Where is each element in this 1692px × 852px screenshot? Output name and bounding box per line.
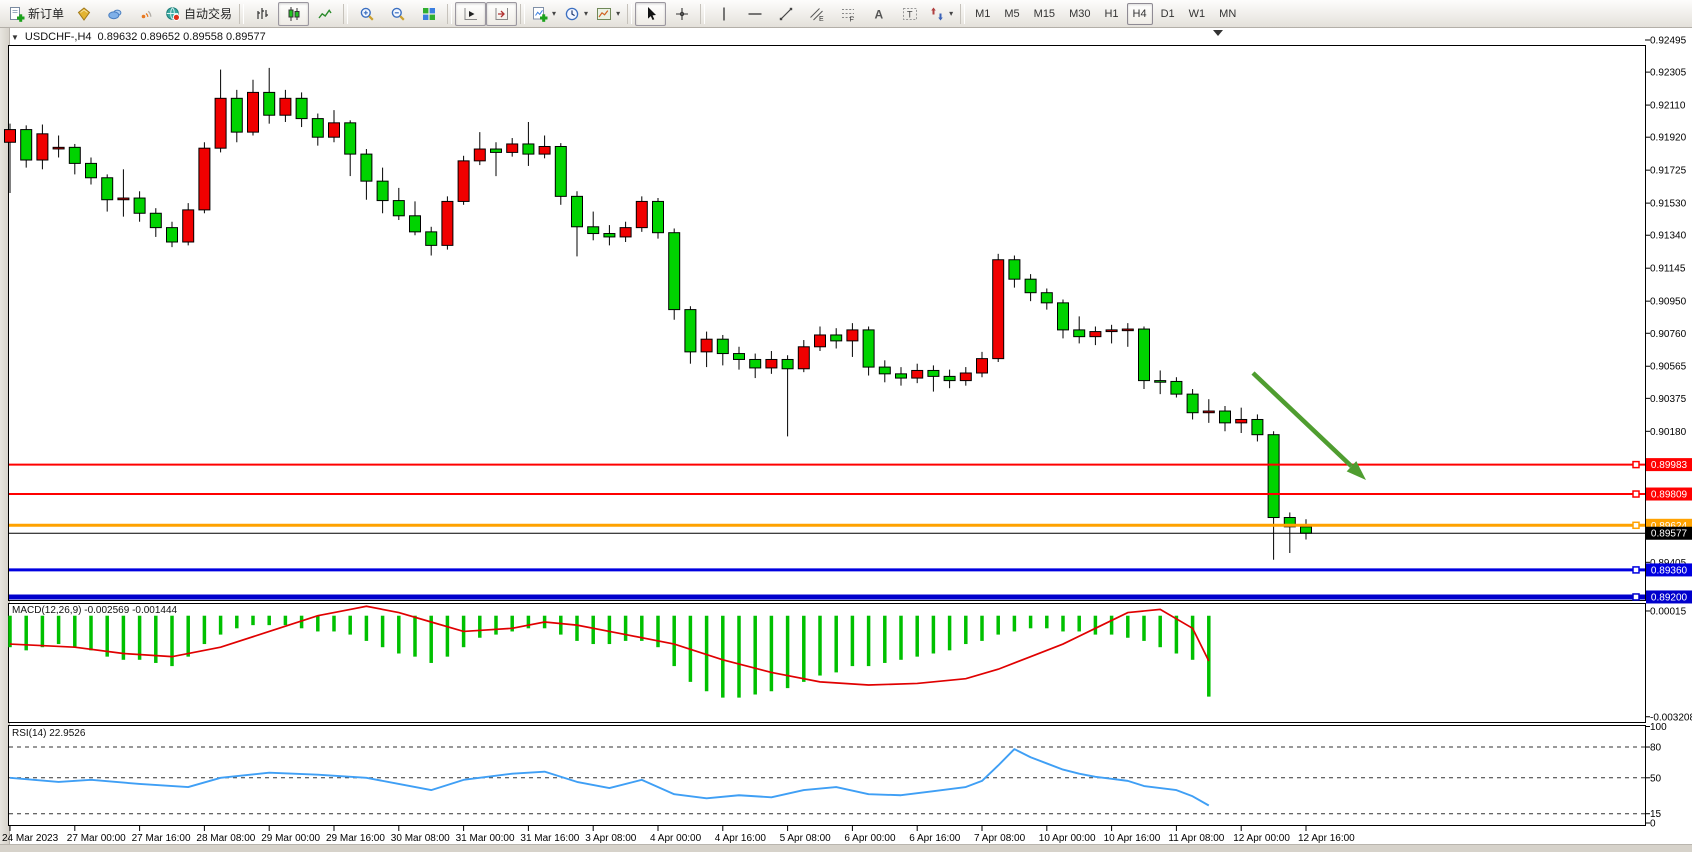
toolbar-separator [700, 4, 705, 24]
fibonacci-button[interactable]: F [832, 2, 863, 26]
periods-button[interactable]: ▾ [560, 2, 592, 26]
new-order-icon [9, 6, 25, 22]
svg-text:A: A [874, 7, 883, 21]
data-window-button[interactable] [99, 2, 130, 26]
auto-scroll-button[interactable] [455, 2, 486, 26]
rsi-indicator-label: RSI(14) 22.9526 [12, 728, 85, 739]
zoom-out-button[interactable] [382, 2, 413, 26]
cursor-button[interactable] [635, 2, 666, 26]
toolbar-separator [520, 4, 525, 24]
symbol-title: USDCHF-,H4 [25, 31, 92, 43]
auto-trading-button-label: 自动交易 [184, 5, 232, 22]
arrows-tool-icon [929, 6, 945, 22]
crosshair-icon [674, 6, 690, 22]
cursor-icon [643, 6, 659, 22]
chart-shift-icon [494, 6, 510, 22]
chart-title-bar: ▼ USDCHF-,H4 0.89632 0.89652 0.89558 0.8… [11, 31, 266, 43]
chevron-down-icon[interactable]: ▾ [949, 9, 953, 18]
timeframe-m15-button[interactable]: M15 [1028, 3, 1061, 25]
periods-clock-icon [564, 6, 580, 22]
candle-chart-button[interactable] [278, 2, 309, 26]
toolbar-separator [239, 4, 244, 24]
zoom-out-icon [390, 6, 406, 22]
auto-trading-button[interactable]: 自动交易 [161, 2, 236, 26]
timeframe-mn-button[interactable]: MN [1213, 3, 1242, 25]
timeframe-m1-button[interactable]: M1 [969, 3, 996, 25]
label-tool-icon: T [902, 6, 918, 22]
main-toolbar: 新订单 自动交易 ▾ ▾ ▾ E F A T ▾ M1M5M15M30H1H4D1W1MN [0, 0, 1692, 28]
templates-icon [596, 6, 612, 22]
timeframe-w1-button[interactable]: W1 [1183, 3, 1212, 25]
text-button[interactable]: A [863, 2, 894, 26]
chart-shift-button[interactable] [486, 2, 517, 26]
crosshair-button[interactable] [666, 2, 697, 26]
new-order-button[interactable]: 新订单 [5, 2, 68, 26]
toolbar-separator [447, 4, 452, 24]
svg-text:E: E [819, 16, 824, 22]
bar-chart-button[interactable] [247, 2, 278, 26]
signal-icon [138, 6, 154, 22]
timeframe-h4-button[interactable]: H4 [1127, 3, 1153, 25]
bar-chart-icon [255, 6, 271, 22]
toolbar-separator [960, 4, 965, 24]
horizontal-line-button[interactable] [739, 2, 770, 26]
arrows-button[interactable]: ▾ [925, 2, 957, 26]
macd-indicator-label: MACD(12,26,9) -0.002569 -0.001444 [12, 605, 177, 616]
chevron-down-icon[interactable]: ▾ [552, 9, 556, 18]
hline-icon [747, 6, 763, 22]
svg-text:T: T [907, 9, 913, 19]
autotrade-icon [165, 6, 181, 22]
timeframe-d1-button[interactable]: D1 [1155, 3, 1181, 25]
chevron-down-icon[interactable]: ▾ [584, 9, 588, 18]
ohlc-values: 0.89632 0.89652 0.89558 0.89577 [98, 31, 266, 43]
templates-button[interactable]: ▾ [592, 2, 624, 26]
new-order-button-label: 新订单 [28, 5, 64, 22]
timeframe-m5-button[interactable]: M5 [998, 3, 1025, 25]
window-left-frame [0, 28, 10, 852]
market-watch-button[interactable] [68, 2, 99, 26]
signals-button[interactable] [130, 2, 161, 26]
cloud-icon [107, 6, 123, 22]
collapse-chart-icon[interactable]: ▼ [11, 33, 19, 42]
status-bar [0, 844, 1692, 852]
text-tool-icon: A [871, 6, 887, 22]
trendline-button[interactable] [770, 2, 801, 26]
zoom-in-button[interactable] [351, 2, 382, 26]
chevron-down-icon[interactable]: ▾ [616, 9, 620, 18]
tile-windows-button[interactable] [413, 2, 444, 26]
line-chart-icon [317, 6, 333, 22]
fibonacci-icon: F [840, 6, 856, 22]
market-watch-icon [76, 6, 92, 22]
label-button[interactable]: T [894, 2, 925, 26]
timeframe-h1-button[interactable]: H1 [1098, 3, 1124, 25]
toolbar-separator [627, 4, 632, 24]
indicators-icon [532, 6, 548, 22]
chart-window[interactable] [9, 28, 1692, 845]
vline-icon [716, 6, 732, 22]
auto-scroll-icon [463, 6, 479, 22]
tile-windows-icon [421, 6, 437, 22]
vertical-line-button[interactable] [708, 2, 739, 26]
channel-button[interactable]: E [801, 2, 832, 26]
toolbar-separator [343, 4, 348, 24]
trendline-icon [778, 6, 794, 22]
timeframe-m30-button[interactable]: M30 [1063, 3, 1096, 25]
line-chart-button[interactable] [309, 2, 340, 26]
indicators-button[interactable]: ▾ [528, 2, 560, 26]
svg-text:F: F [849, 16, 853, 22]
zoom-in-icon [359, 6, 375, 22]
candle-chart-icon [286, 6, 302, 22]
channel-icon: E [809, 6, 825, 22]
